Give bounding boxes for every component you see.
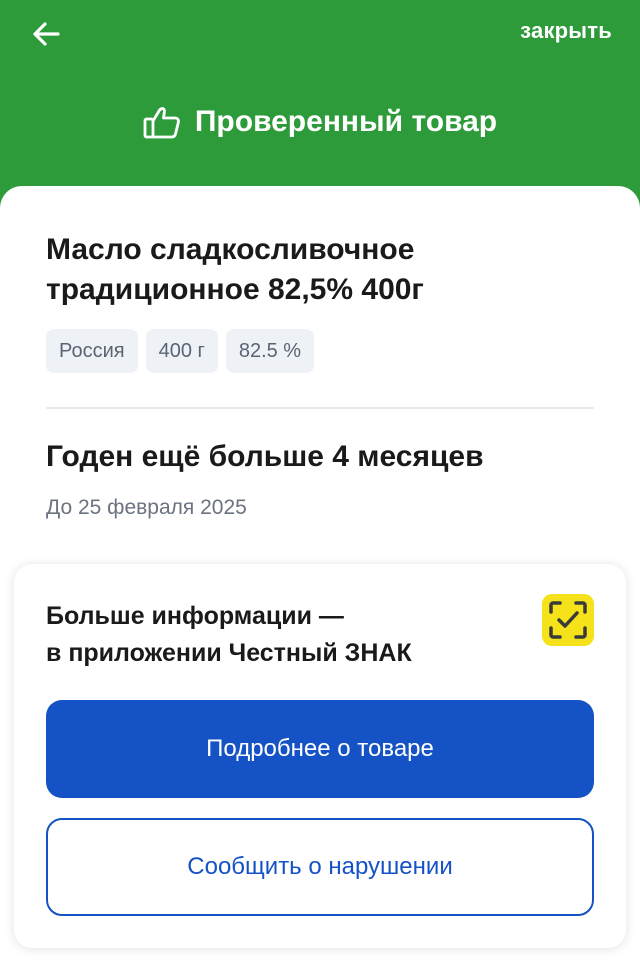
arrow-left-icon [33, 22, 60, 46]
app-info-text: Больше информации — в приложении Честный… [46, 598, 496, 672]
app-info-line-2: в приложении Честный ЗНАК [46, 639, 412, 667]
expiry-title: Годен ещё больше 4 месяцев [46, 440, 484, 473]
app-info-line-1: Больше информации — [46, 602, 344, 630]
product-name: Масло сладкосливочное традиционное 82,5%… [46, 233, 424, 306]
page-title-row: Проверенный товар [0, 104, 640, 140]
product-tags: Россия 400 г 82.5 % [46, 329, 315, 373]
thumbs-up-icon [143, 107, 180, 139]
header: закрыть Проверенный товар [0, 0, 640, 200]
app-info-card: Больше информации — в приложении Честный… [14, 564, 626, 948]
expiry-date: До 25 февраля 2025 [46, 496, 247, 519]
report-violation-button[interactable]: Сообщить о нарушении [46, 818, 594, 916]
back-button[interactable] [24, 12, 68, 56]
close-button[interactable]: закрыть [520, 18, 612, 44]
tag-fat: 82.5 % [225, 329, 315, 373]
page-title: Проверенный товар [194, 105, 498, 138]
divider [46, 407, 594, 409]
product-sheet: Масло сладкосливочное традиционное 82,5%… [0, 186, 640, 966]
product-details-button[interactable]: Подробнее о товаре [46, 700, 594, 798]
tag-country: Россия [46, 329, 138, 373]
tag-weight: 400 г [145, 329, 218, 373]
chestny-znak-scan-icon [542, 594, 594, 646]
